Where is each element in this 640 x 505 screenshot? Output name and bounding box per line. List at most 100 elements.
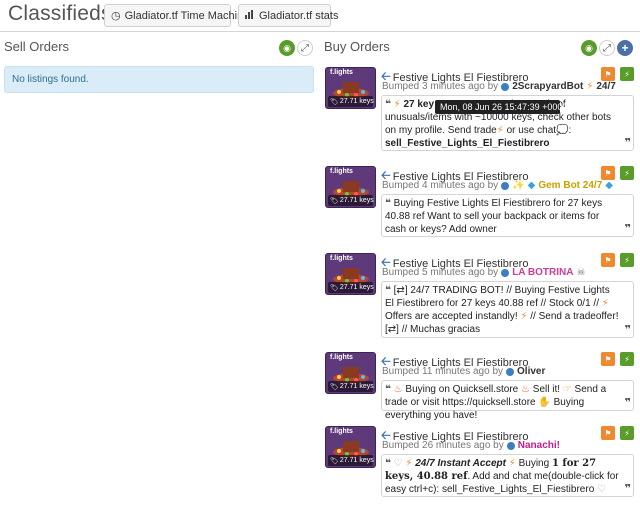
lightning-icon: ⚡ xyxy=(496,125,504,136)
instant-trade-button[interactable]: ⚡ xyxy=(620,166,634,180)
owner-link[interactable]: Oliver xyxy=(517,366,545,377)
item-image[interactable]: f.lights 🏷 27.71 keys xyxy=(325,253,376,295)
item-image[interactable]: f.lights 🏷 27.71 keys xyxy=(325,426,376,468)
flag-icon: ⚑ xyxy=(604,428,612,438)
flag-icon: ⚑ xyxy=(604,69,612,79)
details-start: 27 key xyxy=(403,99,435,110)
page-title: Classifieds xyxy=(8,2,112,25)
flag-button[interactable]: ⚑ xyxy=(601,426,615,440)
owner-link[interactable]: LA BOTRINA xyxy=(512,267,573,278)
listing-details: ❝ ♨ Buying on Quicksell.store ♨ Sell it!… xyxy=(381,380,634,421)
time-machine-label: Gladiator.tf Time Machine xyxy=(124,9,250,22)
details-text-2: Offers are accepted instandly! xyxy=(385,311,518,322)
bar-chart-icon xyxy=(245,9,255,22)
time-machine-button[interactable]: ◷ Gladiator.tf Time Machine xyxy=(104,4,249,27)
quote-open-icon: ❝ xyxy=(385,99,391,110)
item-quality-label: f.lights xyxy=(330,255,353,262)
quote-close-icon: ❞ xyxy=(624,223,631,235)
bump-info: Bumped 11 minutes ago by Oliver xyxy=(382,366,545,377)
listing-details: ❝ Buying Festive Lights El Fiestibrero f… xyxy=(381,194,634,237)
details-text: [⇄] 24/7 TRADING BOT! // Buying Festive … xyxy=(385,285,610,309)
bunny-icon: ♡ xyxy=(393,458,403,469)
tag-icon: 🏷 xyxy=(330,98,339,106)
quote-close-icon: ❞ xyxy=(624,324,631,336)
bumped-text: Bumped 4 minutes ago by xyxy=(382,180,499,191)
bunny-icon: ♡ xyxy=(597,484,607,495)
item-price: 27.71 keys xyxy=(339,383,374,390)
buying-word: Buying xyxy=(518,458,550,469)
details-text: Buying on Quicksell.store xyxy=(405,384,519,395)
eye-icon: ◉ xyxy=(585,42,593,53)
instant-trade-button[interactable]: ⚡ xyxy=(620,67,634,81)
details-headline: 24/7 Instant Accept xyxy=(415,458,506,469)
chat-command: sell_Festive_Lights_El_Fiestibrero xyxy=(385,138,550,149)
bumped-text: Bumped 11 minutes ago by xyxy=(382,366,504,377)
owner-link[interactable]: Nanachi! xyxy=(518,440,560,451)
bump-info: Bumped 4 minutes ago by ✨ ◆ Gem Bot 24/7… xyxy=(382,180,613,191)
quote-close-icon: ❞ xyxy=(624,483,631,495)
gem-icon: ◆ xyxy=(605,180,613,191)
stats-label: Gladiator.tf stats xyxy=(259,9,339,22)
flag-icon: ⚑ xyxy=(604,168,612,178)
or-use-text: or use xyxy=(506,125,535,136)
online-status-icon xyxy=(506,367,515,376)
fire-icon: ♨ xyxy=(393,384,403,395)
details-text-2: Sell it! xyxy=(532,384,561,395)
flag-button[interactable]: ⚑ xyxy=(601,253,615,267)
lightning-icon: ⚡ xyxy=(624,255,630,265)
bumped-text: Bumped 5 minutes ago by xyxy=(382,267,499,278)
expand-icon: ⤢ xyxy=(301,42,309,54)
buy-visibility-button[interactable]: ◉ xyxy=(581,40,597,56)
sell-orders-title: Sell Orders xyxy=(4,39,70,54)
lightning-icon: ⚡ xyxy=(393,99,401,110)
instant-trade-button[interactable]: ⚡ xyxy=(620,426,634,440)
quote-close-icon: ❞ xyxy=(624,137,631,149)
sell-expand-button[interactable]: ⤢ xyxy=(297,40,313,56)
flag-icon: ⚑ xyxy=(604,255,612,265)
online-status-icon xyxy=(501,82,510,91)
item-price: 27.71 keys xyxy=(339,197,374,204)
item-price-badge: 🏷 27.71 keys xyxy=(328,455,374,466)
chat-word: chat xyxy=(537,125,557,136)
item-image[interactable]: f.lights 🏷 27.71 keys xyxy=(325,166,376,208)
flag-button[interactable]: ⚑ xyxy=(601,352,615,366)
tag-icon: 🏷 xyxy=(330,383,339,391)
clock-icon: ◷ xyxy=(111,10,121,22)
item-price-badge: 🏷 27.71 keys xyxy=(328,381,374,392)
gem-icon: ◆ xyxy=(527,180,536,191)
online-status-icon xyxy=(506,441,515,450)
lightning-icon: ⚡ xyxy=(624,428,630,438)
colon: : xyxy=(568,125,572,136)
tag-icon: 🏷 xyxy=(330,197,339,205)
instant-trade-button[interactable]: ⚡ xyxy=(620,253,634,267)
sell-visibility-button[interactable]: ◉ xyxy=(279,40,295,56)
item-image[interactable]: f.lights 🏷 27.71 keys xyxy=(325,67,376,109)
lightning-icon: ⚡ xyxy=(601,298,609,309)
item-quality-label: f.lights xyxy=(330,428,353,435)
item-image[interactable]: f.lights 🏷 27.71 keys xyxy=(325,352,376,394)
flag-icon: ⚑ xyxy=(604,354,612,364)
trade-word: trade xyxy=(473,125,497,136)
speech-bubble-icon: 💭 xyxy=(556,125,569,136)
item-quality-label: f.lights xyxy=(330,354,353,361)
thumbs-up-icon: ✋ xyxy=(538,397,551,408)
bump-info: Bumped 5 minutes ago by LA BOTRINA ☠ xyxy=(382,267,585,278)
owner-suffix: 24/7 xyxy=(596,81,616,92)
flag-button[interactable]: ⚑ xyxy=(601,166,615,180)
add-listing-button[interactable]: + xyxy=(617,40,633,56)
stats-button[interactable]: Gladiator.tf stats xyxy=(238,4,338,27)
fire-icon: ♨ xyxy=(521,384,530,395)
item-quality-label: f.lights xyxy=(330,69,353,76)
instant-trade-button[interactable]: ⚡ xyxy=(620,352,634,366)
tag-icon: 🏷 xyxy=(330,457,339,465)
lightning-icon: ⚡ xyxy=(520,311,528,322)
expand-icon: ⤢ xyxy=(603,42,611,54)
buy-expand-button[interactable]: ⤢ xyxy=(599,40,615,56)
owner-link[interactable]: Gem Bot 24/7 xyxy=(538,180,602,191)
online-status-icon xyxy=(501,181,510,190)
item-price-badge: 🏷 27.71 keys xyxy=(328,282,374,293)
owner-link[interactable]: 2ScrapyardBot xyxy=(512,81,583,92)
bump-info: Bumped 26 minutes ago by Nanachi! xyxy=(382,440,560,451)
flag-button[interactable]: ⚑ xyxy=(601,67,615,81)
skull-icon: ☠ xyxy=(576,267,586,278)
